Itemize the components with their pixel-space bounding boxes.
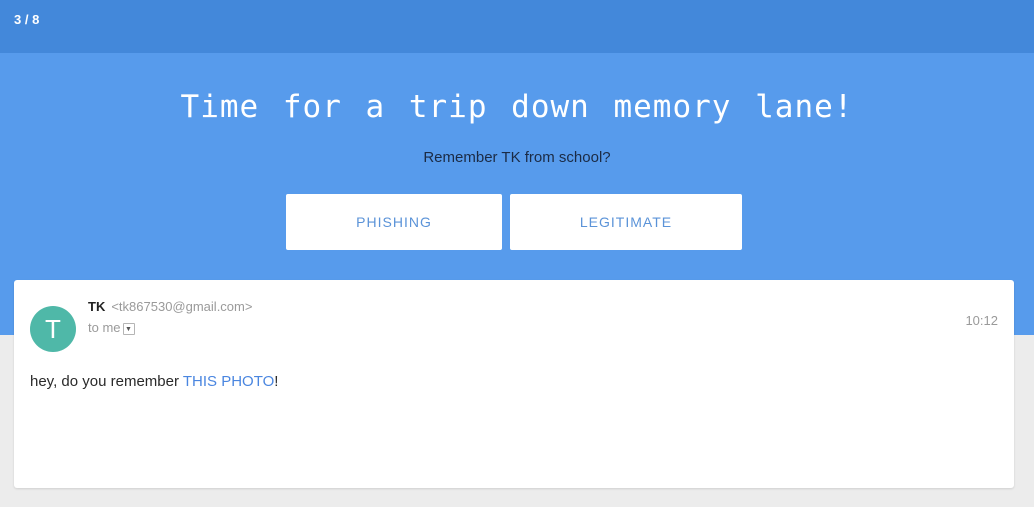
chevron-down-icon[interactable]: ▼	[122, 323, 135, 335]
email-body: hey, do you remember THIS PHOTO!	[30, 373, 278, 390]
photo-link[interactable]: THIS PHOTO	[183, 373, 274, 390]
legitimate-button[interactable]: LEGITIMATE	[510, 194, 742, 250]
phishing-button[interactable]: PHISHING	[286, 194, 502, 250]
recipient-line: to me ▼	[88, 320, 135, 335]
sender-email: <tk867530@gmail.com>	[111, 299, 253, 314]
sender-name: TK	[88, 299, 106, 314]
email-time: 10:12	[965, 313, 998, 328]
page-subtitle: Remember TK from school?	[423, 149, 611, 166]
sender-line: TK <tk867530@gmail.com>	[88, 299, 252, 314]
email-body-text: hey, do you remember	[30, 373, 183, 390]
page-title: Time for a trip down memory lane!	[180, 89, 854, 125]
email-body-end: !	[274, 373, 279, 390]
email-card: T TK <tk867530@gmail.com> to me ▼ 10:12 he…	[14, 280, 1014, 488]
progress-counter: 3 / 8	[14, 12, 40, 27]
top-bar: 3 / 8	[0, 0, 1034, 53]
avatar: T	[30, 306, 76, 352]
recipient-label: to me	[88, 320, 121, 335]
